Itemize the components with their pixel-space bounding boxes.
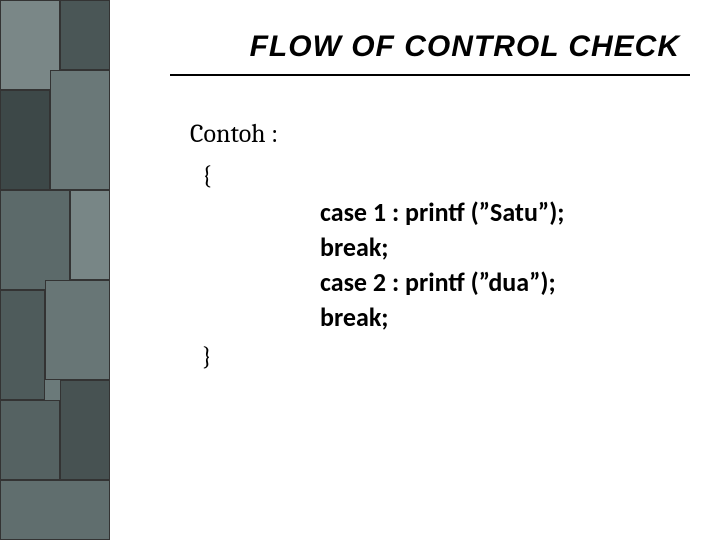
brace-close: } [190, 339, 690, 375]
stone-texture [45, 280, 110, 380]
stone-texture [50, 70, 110, 190]
title-divider [170, 74, 690, 76]
stone-texture [0, 400, 60, 480]
code-line: case 2 : printf (”dua”); [320, 265, 690, 300]
code-line: break; [320, 230, 690, 265]
stone-texture [0, 190, 70, 290]
slide-title: FLOW OF CONTROL CHECK [170, 30, 690, 64]
code-block: case 1 : printf (”Satu”); break; case 2 … [190, 195, 690, 335]
stone-texture [60, 0, 110, 70]
stone-texture [0, 290, 45, 400]
stone-texture [60, 380, 110, 480]
stone-texture [0, 90, 50, 190]
slide-container: FLOW OF CONTROL CHECK Contoh : { case 1 … [0, 0, 720, 540]
slide-content: FLOW OF CONTROL CHECK Contoh : { case 1 … [110, 0, 720, 540]
body-text: Contoh : { case 1 : printf (”Satu”); bre… [170, 116, 690, 376]
stone-sidebar [0, 0, 110, 540]
stone-texture [70, 190, 110, 280]
brace-open: { [190, 158, 690, 194]
code-line: case 1 : printf (”Satu”); [320, 195, 690, 230]
code-line: break; [320, 300, 690, 335]
stone-texture [0, 480, 110, 540]
example-label: Contoh : [190, 116, 690, 152]
